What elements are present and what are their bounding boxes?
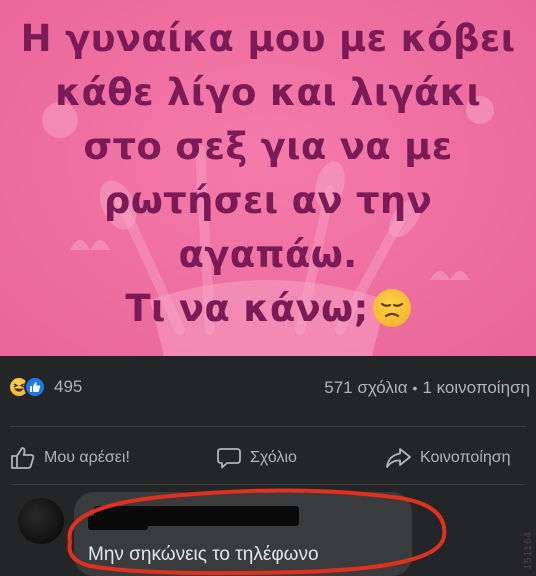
caption-line-1: Η γυναίκα μου με κόβει: [20, 17, 516, 60]
author-name-redacted-extra: [88, 516, 148, 530]
caption-line-6-wrapper: Τι να κάνω;: [20, 282, 516, 336]
watermark-id: 151164: [523, 531, 534, 570]
share-button[interactable]: Κοινοποίηση: [384, 446, 511, 470]
post-stats: 495 571 σχόλια • 1 κοινοποίηση: [0, 370, 536, 414]
comment-count-link[interactable]: 571 σχόλια: [324, 378, 407, 398]
engagement-counts: 571 σχόλια • 1 κοινοποίηση: [324, 378, 530, 398]
thumbs-up-icon: [11, 447, 35, 469]
caption-line-2: κάθε λίγο και λιγάκι: [54, 71, 482, 114]
caption-line-5: αγαπάω.: [178, 233, 358, 276]
comment-label: Σχόλιο: [250, 449, 297, 466]
post-image[interactable]: Η γυναίκα μου με κόβει κάθε λίγο και λιγ…: [0, 0, 536, 356]
comment: Μην σηκώνεις το τηλέφωνο: [0, 488, 536, 576]
share-count-link[interactable]: 1 κοινοποίηση: [422, 378, 530, 398]
like-button[interactable]: Μου αρέσει!: [10, 446, 130, 470]
separator-dot: •: [412, 380, 418, 396]
divider: [10, 426, 526, 427]
avatar-redacted[interactable]: [18, 498, 64, 544]
caption-line-3: στο σεξ για να με: [83, 125, 453, 168]
share-arrow-icon: [386, 448, 411, 468]
comment-bubble-icon: [217, 448, 241, 469]
comment-button[interactable]: Σχόλιο: [216, 446, 297, 470]
reaction-count: 495: [54, 377, 83, 396]
divider: [10, 484, 526, 485]
caption-line-6: Τι να κάνω;: [125, 287, 369, 330]
caption-line-4: ρωτήσει αν την: [103, 179, 433, 222]
post-footer: 495 571 σχόλια • 1 κοινοποίηση Μου αρέσε…: [0, 356, 536, 576]
reactions-summary[interactable]: 495: [8, 376, 82, 398]
comment-bubble: Μην σηκώνεις το τηλέφωνο: [74, 492, 412, 576]
share-label: Κοινοποίηση: [420, 449, 511, 466]
like-icon: [24, 376, 46, 398]
comment-text: Μην σηκώνεις το τηλέφωνο: [88, 544, 319, 565]
like-label: Μου αρέσει!: [44, 449, 130, 466]
disappointed-face-icon: [372, 289, 411, 327]
meme-caption: Η γυναίκα μου με κόβει κάθε λίγο και λιγ…: [20, 12, 516, 336]
post-actions: Μου αρέσει! Σχόλιο Κοινοποίηση: [0, 438, 536, 478]
